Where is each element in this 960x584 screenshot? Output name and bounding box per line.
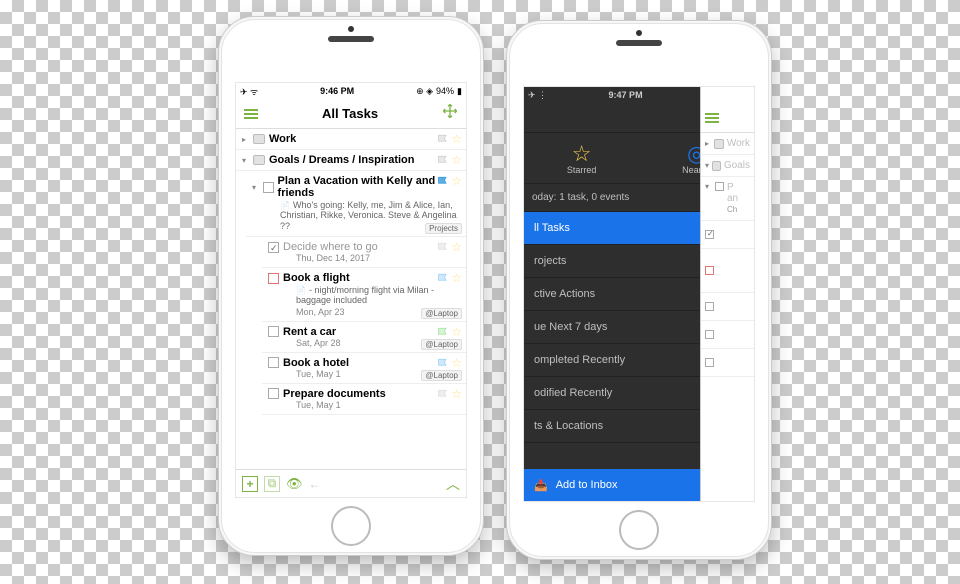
back-icon[interactable]: ←	[309, 477, 321, 491]
home-button[interactable]	[619, 510, 659, 550]
page-title: All Tasks	[322, 106, 378, 121]
checkbox[interactable]	[268, 388, 279, 399]
checkbox[interactable]	[268, 326, 279, 337]
task-decide[interactable]: Decide where to go Thu, Dec 14, 2017 ☆	[262, 237, 466, 268]
status-left: ✈ ⋮	[528, 90, 547, 101]
star-icon: ☆	[451, 132, 462, 146]
task-note: - night/morning flight via Milan - bagga…	[268, 284, 462, 307]
task-tag: @Laptop	[421, 370, 462, 381]
add-multi-button[interactable]: ⧉	[264, 476, 280, 492]
peek-work[interactable]: ▸ Work	[701, 133, 754, 155]
task-docs[interactable]: Prepare documents Tue, May 1 ☆	[262, 384, 466, 415]
flag-icon	[437, 134, 449, 144]
eye-icon[interactable]: 👁	[286, 476, 303, 492]
star-icon: ☆	[451, 240, 462, 254]
peek-hotel[interactable]	[701, 321, 754, 349]
folder-icon	[253, 134, 265, 144]
flag-icon	[437, 389, 449, 399]
task-date: Thu, Dec 14, 2017	[268, 253, 462, 263]
flag-icon	[437, 358, 449, 368]
flag-icon	[437, 327, 449, 337]
task-flight[interactable]: Book a flight - night/morning flight via…	[262, 268, 466, 322]
checkbox[interactable]	[268, 357, 279, 368]
checkbox[interactable]	[263, 182, 274, 193]
peek-goals[interactable]: ▾ Goals	[701, 155, 754, 177]
star-icon: ☆	[567, 143, 597, 165]
section-goals[interactable]: ▾ Goals / Dreams / Inspiration ☆	[236, 150, 466, 171]
star-icon: ☆	[451, 325, 462, 339]
section-work[interactable]: ▸ Work ☆	[236, 129, 466, 150]
peek-car[interactable]	[701, 293, 754, 321]
flag-icon	[437, 155, 449, 165]
peek-docs[interactable]	[701, 349, 754, 377]
status-right: ⊕ ◈ 94% ▮	[416, 86, 462, 97]
add-task-button[interactable]: +	[242, 476, 258, 492]
checkbox-checked[interactable]	[268, 242, 279, 253]
task-rent-car[interactable]: Rent a car Sat, Apr 28 ☆ @Laptop	[262, 322, 466, 353]
peek-decide[interactable]: ✓	[701, 221, 754, 249]
menu-icon[interactable]	[705, 113, 719, 123]
flag-icon	[437, 242, 449, 252]
chevron-up-icon[interactable]: ︿	[446, 474, 460, 494]
task-date: Tue, May 1	[268, 400, 462, 410]
task-plan-vacation[interactable]: ▾ Plan a Vacation with Kelly and friends…	[246, 171, 466, 237]
sidebar-starred[interactable]: ☆ Starred	[567, 143, 597, 175]
peek-flight[interactable]	[701, 249, 754, 293]
menu-icon[interactable]	[244, 109, 258, 119]
star-icon: ☆	[451, 387, 462, 401]
status-time: 9:46 PM	[320, 86, 354, 96]
move-icon[interactable]	[442, 103, 458, 124]
task-hotel[interactable]: Book a hotel Tue, May 1 ☆ @Laptop	[262, 353, 466, 384]
inbox-icon: 📥	[534, 479, 548, 492]
task-tag: @Laptop	[421, 339, 462, 350]
star-icon: ☆	[451, 271, 462, 285]
home-button[interactable]	[331, 506, 371, 546]
status-left: ✈ ᯤ	[240, 85, 258, 98]
star-icon: ☆	[451, 153, 462, 167]
task-tag: @Laptop	[421, 308, 462, 319]
folder-icon	[253, 155, 265, 165]
star-icon: ☆	[451, 356, 462, 370]
peek-plan[interactable]: ▾ PanCh	[701, 177, 754, 221]
task-tag: Projects	[425, 223, 462, 234]
flag-icon	[437, 176, 449, 186]
checkbox[interactable]	[268, 273, 279, 284]
star-icon: ☆	[451, 174, 462, 188]
status-time: 9:47 PM	[609, 90, 643, 100]
flag-icon	[437, 273, 449, 283]
